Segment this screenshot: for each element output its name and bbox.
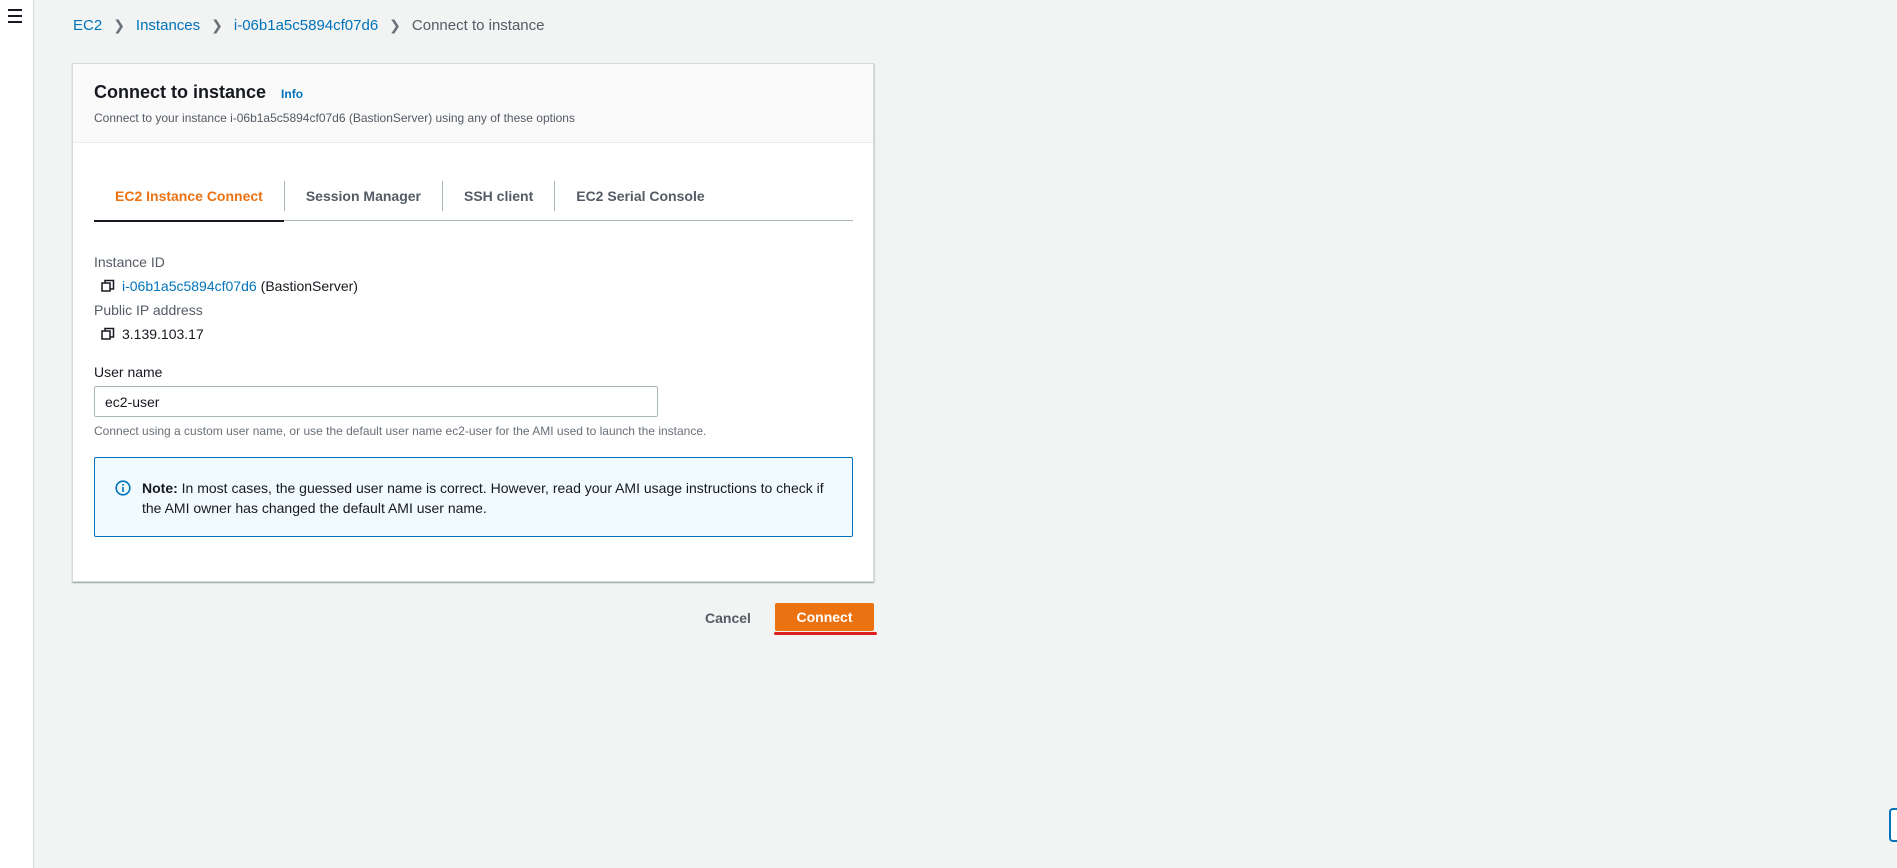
card-header: Connect to instance Info Connect to your…: [73, 64, 873, 143]
breadcrumb: EC2 ❯ Instances ❯ i-06b1a5c5894cf07d6 ❯ …: [73, 17, 545, 34]
instance-id-link[interactable]: i-06b1a5c5894cf07d6: [122, 278, 257, 294]
breadcrumb-ec2[interactable]: EC2: [73, 17, 102, 34]
card-description: Connect to your instance i-06b1a5c5894cf…: [94, 111, 575, 125]
note-text: In most cases, the guessed user name is …: [142, 480, 824, 516]
tab-ec2-serial-console[interactable]: EC2 Serial Console: [555, 171, 725, 221]
copy-icon[interactable]: [101, 279, 115, 293]
page-title: Connect to instance: [94, 82, 267, 102]
instance-name: (BastionServer): [260, 278, 358, 294]
breadcrumb-current: Connect to instance: [411, 17, 545, 34]
public-ip-row: 3.139.103.17: [101, 326, 204, 342]
tab-session-manager[interactable]: Session Manager: [285, 171, 442, 221]
connection-tabs: EC2 Instance Connect Session Manager SSH…: [94, 171, 853, 222]
public-ip-label: Public IP address: [94, 302, 203, 318]
breadcrumb-instance-id[interactable]: i-06b1a5c5894cf07d6: [234, 17, 378, 34]
note-prefix: Note:: [142, 480, 178, 496]
chevron-right-icon: ❯: [389, 17, 401, 33]
feedback-widget[interactable]: [1889, 808, 1897, 842]
user-name-label: User name: [94, 364, 163, 380]
info-link[interactable]: Info: [281, 87, 303, 101]
instance-id-label: Instance ID: [94, 254, 165, 270]
copy-icon[interactable]: [101, 327, 115, 341]
instance-id-row: i-06b1a5c5894cf07d6 (BastionServer): [101, 278, 358, 294]
tab-ssh-client[interactable]: SSH client: [443, 171, 554, 221]
hamburger-menu-icon[interactable]: [4, 6, 28, 26]
cancel-button[interactable]: Cancel: [705, 607, 751, 629]
chevron-right-icon: ❯: [211, 17, 223, 33]
breadcrumb-instances[interactable]: Instances: [136, 17, 200, 34]
connect-button[interactable]: Connect: [775, 603, 874, 631]
connect-card: Connect to instance Info Connect to your…: [72, 63, 874, 582]
public-ip-value: 3.139.103.17: [122, 326, 204, 342]
chevron-right-icon: ❯: [113, 17, 125, 33]
info-circle-icon: [115, 480, 131, 496]
info-note: Note: In most cases, the guessed user na…: [94, 457, 853, 537]
user-name-hint: Connect using a custom user name, or use…: [94, 424, 707, 438]
navigation-rail: [0, 0, 34, 868]
annotation-underline: [774, 632, 877, 635]
user-name-input[interactable]: [94, 386, 658, 417]
tab-ec2-instance-connect[interactable]: EC2 Instance Connect: [94, 171, 284, 222]
